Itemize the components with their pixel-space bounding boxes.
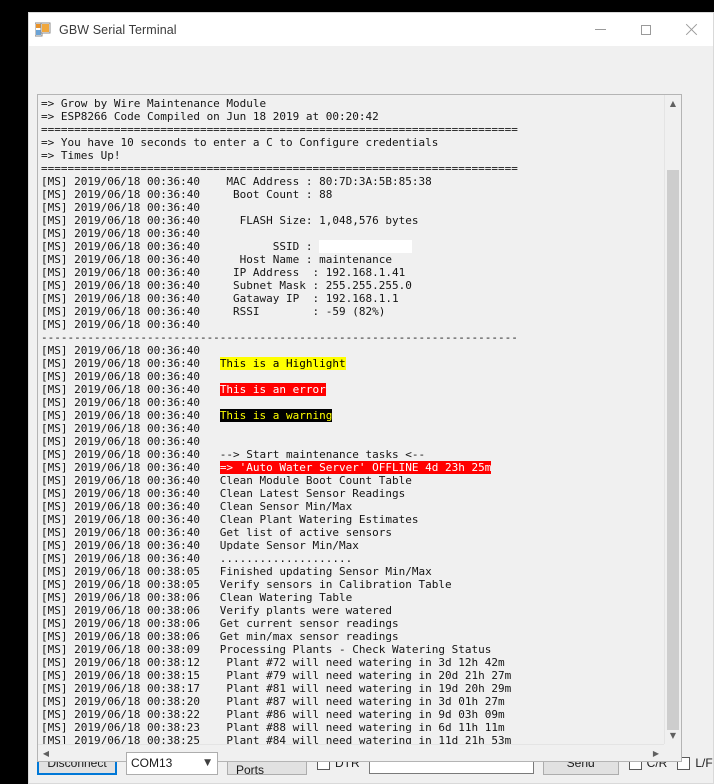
terminal-line: [MS] 2019/06/18 00:36:40 Host Name : mai… — [41, 253, 392, 266]
terminal-line: [MS] 2019/06/18 00:38:05 Finished updati… — [41, 565, 432, 578]
vertical-scrollbar-thumb[interactable] — [667, 170, 679, 730]
terminal-line: [MS] 2019/06/18 00:38:09 Processing Plan… — [41, 643, 492, 656]
terminal-line-highlight: This is an error — [219, 383, 326, 396]
terminal-line: [MS] 2019/06/18 00:36:40 ...............… — [41, 552, 353, 565]
client-area: => Grow by Wire Maintenance Module => ESP… — [29, 46, 713, 762]
terminal-line: [MS] 2019/06/18 00:36:40 — [41, 370, 200, 383]
terminal-line: [MS] 2019/06/18 00:36:40 Clean Plant Wat… — [41, 513, 419, 526]
close-button[interactable] — [668, 13, 713, 46]
terminal-line: [MS] 2019/06/18 00:36:40 This is a Highl… — [41, 357, 664, 370]
title-bar[interactable]: GBW Serial Terminal — [29, 13, 713, 46]
scrollbar-corner — [664, 744, 681, 761]
terminal-line: [MS] 2019/06/18 00:36:40 MAC Address : 8… — [41, 175, 432, 188]
minimize-icon — [595, 29, 606, 30]
terminal-line: [MS] 2019/06/18 00:36:40 — [41, 318, 200, 331]
terminal-line: [MS] 2019/06/18 00:36:40 — [41, 201, 200, 214]
terminal-line: [MS] 2019/06/18 00:38:06 Clean Watering … — [41, 591, 353, 604]
terminal-line: [MS] 2019/06/18 00:36:40 Gataway IP : 19… — [41, 292, 399, 305]
terminal-line-prefix: [MS] 2019/06/18 00:36:40 SSID : — [41, 240, 320, 253]
chevron-down-icon: ▼ — [204, 758, 211, 768]
terminal-line: [MS] 2019/06/18 00:36:40 Clean Module Bo… — [41, 474, 412, 487]
terminal-line: => ESP8266 Code Compiled on Jun 18 2019 … — [41, 110, 379, 123]
terminal-line: [MS] 2019/06/18 00:36:40 — [41, 422, 200, 435]
chevron-up-icon[interactable]: ▲ — [665, 95, 681, 112]
terminal-line-highlight: => 'Auto Water Server' OFFLINE 4d 23h 25… — [219, 461, 492, 474]
chevron-left-icon[interactable]: ◀ — [38, 745, 54, 761]
terminal-line: [MS] 2019/06/18 00:36:40 Update Sensor M… — [41, 539, 359, 552]
terminal-line: [MS] 2019/06/18 00:38:20 Plant #87 will … — [41, 695, 505, 708]
terminal-line: [MS] 2019/06/18 00:36:40 Get list of act… — [41, 526, 392, 539]
terminal-line: => Grow by Wire Maintenance Module — [41, 97, 267, 110]
terminal-line: [MS] 2019/06/18 00:36:40 --> Start maint… — [41, 448, 426, 461]
terminal-line: [MS] 2019/06/18 00:36:40 RSSI : -59 (82%… — [41, 305, 386, 318]
terminal-output-panel[interactable]: => Grow by Wire Maintenance Module => ESP… — [37, 94, 682, 762]
terminal-line: [MS] 2019/06/18 00:36:40 Boot Count : 88 — [41, 188, 333, 201]
terminal-line: [MS] 2019/06/18 00:36:40 SSID : xxxxxxxx… — [41, 240, 664, 253]
terminal-line: [MS] 2019/06/18 00:36:40 This is a warni… — [41, 409, 664, 422]
terminal-line: [MS] 2019/06/18 00:36:40 — [41, 396, 200, 409]
terminal-line: ========================================… — [41, 123, 518, 136]
vertical-scrollbar[interactable]: ▲ ▼ — [664, 95, 681, 744]
terminal-line: [MS] 2019/06/18 00:36:40 Clean Latest Se… — [41, 487, 406, 500]
window-controls — [578, 13, 713, 46]
terminal-line: [MS] 2019/06/18 00:36:40 — [41, 344, 200, 357]
terminal-line: ----------------------------------------… — [41, 331, 518, 344]
lf-label: L/F — [695, 756, 713, 770]
terminal-line: [MS] 2019/06/18 00:38:06 Get min/max sen… — [41, 630, 399, 643]
terminal-line: [MS] 2019/06/18 00:38:17 Plant #81 will … — [41, 682, 512, 695]
terminal-line: [MS] 2019/06/18 00:36:40 — [41, 435, 200, 448]
maximize-icon — [640, 24, 651, 35]
lf-checkbox-group[interactable]: L/F — [677, 756, 713, 770]
terminal-scroll-viewport[interactable]: => Grow by Wire Maintenance Module => ESP… — [38, 95, 664, 744]
application-window: GBW Serial Terminal => Grow by Wire Main… — [28, 12, 714, 784]
terminal-line: [MS] 2019/06/18 00:36:40 This is an erro… — [41, 383, 664, 396]
terminal-line: [MS] 2019/06/18 00:36:40 Subnet Mask : 2… — [41, 279, 412, 292]
terminal-line: [MS] 2019/06/18 00:38:12 Plant #72 will … — [41, 656, 505, 669]
terminal-line-prefix: [MS] 2019/06/18 00:36:40 — [41, 461, 220, 474]
terminal-line: [MS] 2019/06/18 00:36:40 FLASH Size: 1,0… — [41, 214, 419, 227]
minimize-button[interactable] — [578, 13, 623, 46]
port-select-value: COM13 — [131, 756, 173, 770]
port-select[interactable]: COM13 ▼ — [126, 751, 218, 775]
terminal-line: [MS] 2019/06/18 00:36:40 — [41, 227, 200, 240]
terminal-line-prefix: [MS] 2019/06/18 00:36:40 — [41, 383, 220, 396]
form-designer-icon — [34, 22, 51, 38]
terminal-line: [MS] 2019/06/18 00:38:15 Plant #79 will … — [41, 669, 512, 682]
terminal-line: [MS] 2019/06/18 00:38:22 Plant #86 will … — [41, 708, 505, 721]
chevron-down-icon[interactable]: ▼ — [665, 727, 681, 744]
terminal-line: => Times Up! — [41, 149, 121, 162]
terminal-line: [MS] 2019/06/18 00:36:40 Clean Sensor Mi… — [41, 500, 353, 513]
terminal-line: [MS] 2019/06/18 00:38:23 Plant #88 will … — [41, 721, 505, 734]
terminal-line: [MS] 2019/06/18 00:38:25 Plant #84 will … — [41, 734, 512, 744]
close-icon — [685, 24, 697, 36]
terminal-line: [MS] 2019/06/18 00:38:05 Verify sensors … — [41, 578, 452, 591]
terminal-line: [MS] 2019/06/18 00:38:06 Get current sen… — [41, 617, 399, 630]
redacted-ssid: xxxxxxxxxxxxxx — [319, 240, 412, 253]
terminal-line-highlight: This is a Highlight — [219, 357, 346, 370]
terminal-line: ========================================… — [41, 162, 518, 175]
chevron-right-icon[interactable]: ▶ — [648, 745, 664, 761]
terminal-line: => You have 10 seconds to enter a C to C… — [41, 136, 439, 149]
maximize-button[interactable] — [623, 13, 668, 46]
terminal-line: [MS] 2019/06/18 00:36:40 IP Address : 19… — [41, 266, 406, 279]
terminal-line-highlight: This is a warning — [219, 409, 333, 422]
terminal-line: [MS] 2019/06/18 00:36:40 => 'Auto Water … — [41, 461, 664, 474]
terminal-line-prefix: [MS] 2019/06/18 00:36:40 — [41, 357, 220, 370]
terminal-log: => Grow by Wire Maintenance Module => ESP… — [41, 97, 664, 744]
window-title: GBW Serial Terminal — [59, 22, 177, 37]
terminal-line: [MS] 2019/06/18 00:38:06 Verify plants w… — [41, 604, 392, 617]
terminal-line-prefix: [MS] 2019/06/18 00:36:40 — [41, 409, 220, 422]
